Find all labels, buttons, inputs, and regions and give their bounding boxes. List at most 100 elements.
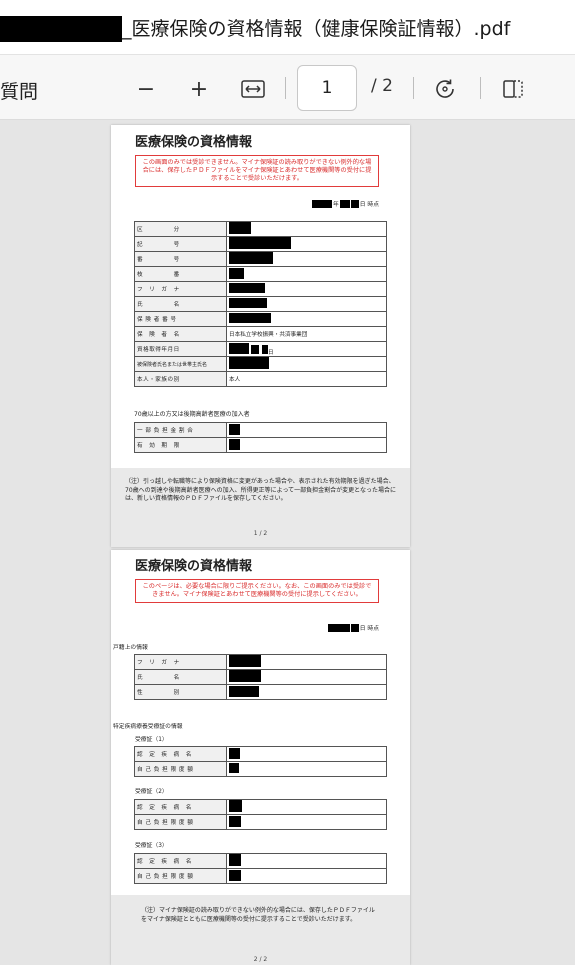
section-heading: 戸籍上の情報 bbox=[113, 645, 148, 651]
group-title: 受療証（1） bbox=[135, 737, 168, 743]
table-row: 自 己 負 担 限 度 額 bbox=[134, 814, 387, 830]
title-bar: _医療保険の資格情報（健康保険証情報）.pdf bbox=[0, 0, 575, 54]
row-value bbox=[226, 799, 387, 815]
notice-box: この画面のみでは受診できません。マイナ保険証の読み取りができない例外的な場合には… bbox=[135, 155, 379, 187]
zoom-in-button[interactable]: + bbox=[184, 74, 214, 104]
row-label: 資格取得年月日 bbox=[134, 341, 227, 357]
certificate-table: 認 定 疾 病 名 自 己 負 担 限 度 額 bbox=[134, 799, 387, 830]
row-label: 一 部 負 担 金 割 合 bbox=[134, 422, 227, 438]
minus-icon: − bbox=[136, 76, 156, 102]
row-label: 性 別 bbox=[134, 684, 227, 700]
row-value bbox=[226, 654, 387, 670]
row-value bbox=[226, 251, 387, 267]
table-row: 氏 名 bbox=[134, 296, 387, 312]
row-label: 番 号 bbox=[134, 251, 227, 267]
row-value bbox=[226, 296, 387, 312]
table-row: 認 定 疾 病 名 bbox=[134, 799, 387, 815]
as-of-date: 年 日 時点 bbox=[311, 199, 379, 208]
row-label: 保 険 者 番 号 bbox=[134, 311, 227, 327]
page-view-button[interactable] bbox=[498, 74, 528, 104]
table-row: 認 定 疾 病 名 bbox=[134, 746, 387, 762]
row-label: 枝 番 bbox=[134, 266, 227, 282]
row-value bbox=[226, 236, 387, 252]
table-row: 保 険 者 番 号 bbox=[134, 311, 387, 327]
table-row: フ リ ガ ナ bbox=[134, 654, 387, 670]
section-heading: 特定疾病療養受療証の情報 bbox=[113, 724, 183, 730]
row-label: 氏 名 bbox=[134, 669, 227, 685]
row-label: 認 定 疾 病 名 bbox=[134, 853, 227, 869]
row-value bbox=[226, 853, 387, 869]
notice-box: このページは、必要な場合に限りご提示ください。なお、この画面のみでは受診できませ… bbox=[135, 579, 379, 603]
fit-width-button[interactable] bbox=[238, 74, 268, 104]
row-label: 認 定 疾 病 名 bbox=[134, 746, 227, 762]
two-page-icon bbox=[503, 80, 523, 98]
footnote-box: （注）マイナ保険証の読み取りができない例外的な場合には、保存したＰＤＦファイルを… bbox=[111, 895, 410, 965]
table-row: 区 分 bbox=[134, 221, 387, 237]
qualification-table: 区 分 記 号 番 号 枝 番 フ リ ガ ナ 氏 名 保 険 者 番 号 保 … bbox=[134, 221, 387, 387]
page-number-label: 2 / 2 bbox=[253, 956, 268, 963]
ask-label[interactable]: 質問 bbox=[0, 77, 38, 104]
row-value bbox=[226, 669, 387, 685]
row-label: 有 効 期 限 bbox=[134, 437, 227, 453]
certificate-table: 認 定 疾 病 名 自 己 負 担 限 度 額 bbox=[134, 746, 387, 777]
row-label: 認 定 疾 病 名 bbox=[134, 799, 227, 815]
row-value: 日本私立学校振興・共済事業団 bbox=[226, 326, 387, 342]
row-value bbox=[226, 281, 387, 297]
row-label: 自 己 負 担 限 度 額 bbox=[134, 761, 227, 777]
row-value bbox=[226, 746, 387, 762]
koseki-table: フ リ ガ ナ 氏 名 性 別 bbox=[134, 654, 387, 700]
pdf-page-1: 医療保険の資格情報 この画面のみでは受診できません。マイナ保険証の読み取りができ… bbox=[111, 125, 410, 547]
zoom-out-button[interactable]: − bbox=[131, 74, 161, 104]
footnote-text: （注）マイナ保険証の読み取りができない例外的な場合には、保存したＰＤＦファイルを… bbox=[141, 907, 375, 923]
redaction-block bbox=[339, 199, 350, 208]
file-title: _医療保険の資格情報（健康保険証情報）.pdf bbox=[122, 18, 511, 40]
table-row: フ リ ガ ナ bbox=[134, 281, 387, 297]
footnote-text: （注）引っ越しや転職等により保険資格に変更があった場合や、表示された有効期限を過… bbox=[125, 478, 396, 502]
row-label: 保 険 者 名 bbox=[134, 326, 227, 342]
table-row: 性 別 bbox=[134, 684, 387, 700]
row-value bbox=[226, 356, 387, 372]
page-number-input[interactable]: 1 bbox=[297, 65, 357, 111]
table-row: 保 険 者 名日本私立学校振興・共済事業団 bbox=[134, 326, 387, 342]
table-row: 枝 番 bbox=[134, 266, 387, 282]
section-heading: 70歳以上の方又は後期高齢者医療の加入者 bbox=[134, 411, 250, 418]
page-total: / 2 bbox=[371, 76, 393, 96]
table-row: 被保険者氏名または世帯主氏名 bbox=[134, 356, 387, 372]
rotate-button[interactable] bbox=[430, 74, 460, 104]
row-label: 自 己 負 担 限 度 額 bbox=[134, 814, 227, 830]
table-row: 自 己 負 担 限 度 額 bbox=[134, 761, 387, 777]
toolbar-divider bbox=[285, 77, 286, 99]
group-title: 受療証（3） bbox=[135, 843, 168, 849]
row-value bbox=[226, 814, 387, 830]
table-row: 番 号 bbox=[134, 251, 387, 267]
pdf-viewer[interactable]: 医療保険の資格情報 この画面のみでは受診できません。マイナ保険証の読み取りができ… bbox=[0, 120, 575, 965]
row-label: フ リ ガ ナ bbox=[134, 281, 227, 297]
redaction-block bbox=[350, 199, 359, 208]
row-label: 区 分 bbox=[134, 221, 227, 237]
row-value: 日 bbox=[226, 341, 387, 357]
row-value bbox=[226, 221, 387, 237]
toolbar-divider bbox=[413, 77, 414, 99]
table-row: 記 号 bbox=[134, 236, 387, 252]
row-value bbox=[226, 422, 387, 438]
row-label: フ リ ガ ナ bbox=[134, 654, 227, 670]
as-of-date: 日 時点 bbox=[327, 623, 379, 632]
elderly-table: 一 部 負 担 金 割 合 有 効 期 限 bbox=[134, 422, 387, 453]
pdf-toolbar: 質問 − + 1 / 2 bbox=[0, 54, 575, 120]
redaction-block bbox=[350, 623, 359, 632]
row-value bbox=[226, 684, 387, 700]
pdf-page-2: 医療保険の資格情報 このページは、必要な場合に限りご提示ください。なお、この画面… bbox=[111, 550, 410, 965]
row-value bbox=[226, 761, 387, 777]
table-row: 資格取得年月日日 bbox=[134, 341, 387, 357]
row-label: 被保険者氏名または世帯主氏名 bbox=[134, 356, 227, 372]
row-value bbox=[226, 311, 387, 327]
group-title: 受療証（2） bbox=[135, 789, 168, 795]
page-title: 医療保険の資格情報 bbox=[135, 135, 253, 150]
toolbar-divider bbox=[480, 77, 481, 99]
redaction-block bbox=[311, 199, 332, 208]
table-row: 氏 名 bbox=[134, 669, 387, 685]
row-label: 自 己 負 担 限 度 額 bbox=[134, 868, 227, 884]
plus-icon: + bbox=[189, 76, 209, 102]
page-title: 医療保険の資格情報 bbox=[135, 559, 253, 574]
row-label: 氏 名 bbox=[134, 296, 227, 312]
